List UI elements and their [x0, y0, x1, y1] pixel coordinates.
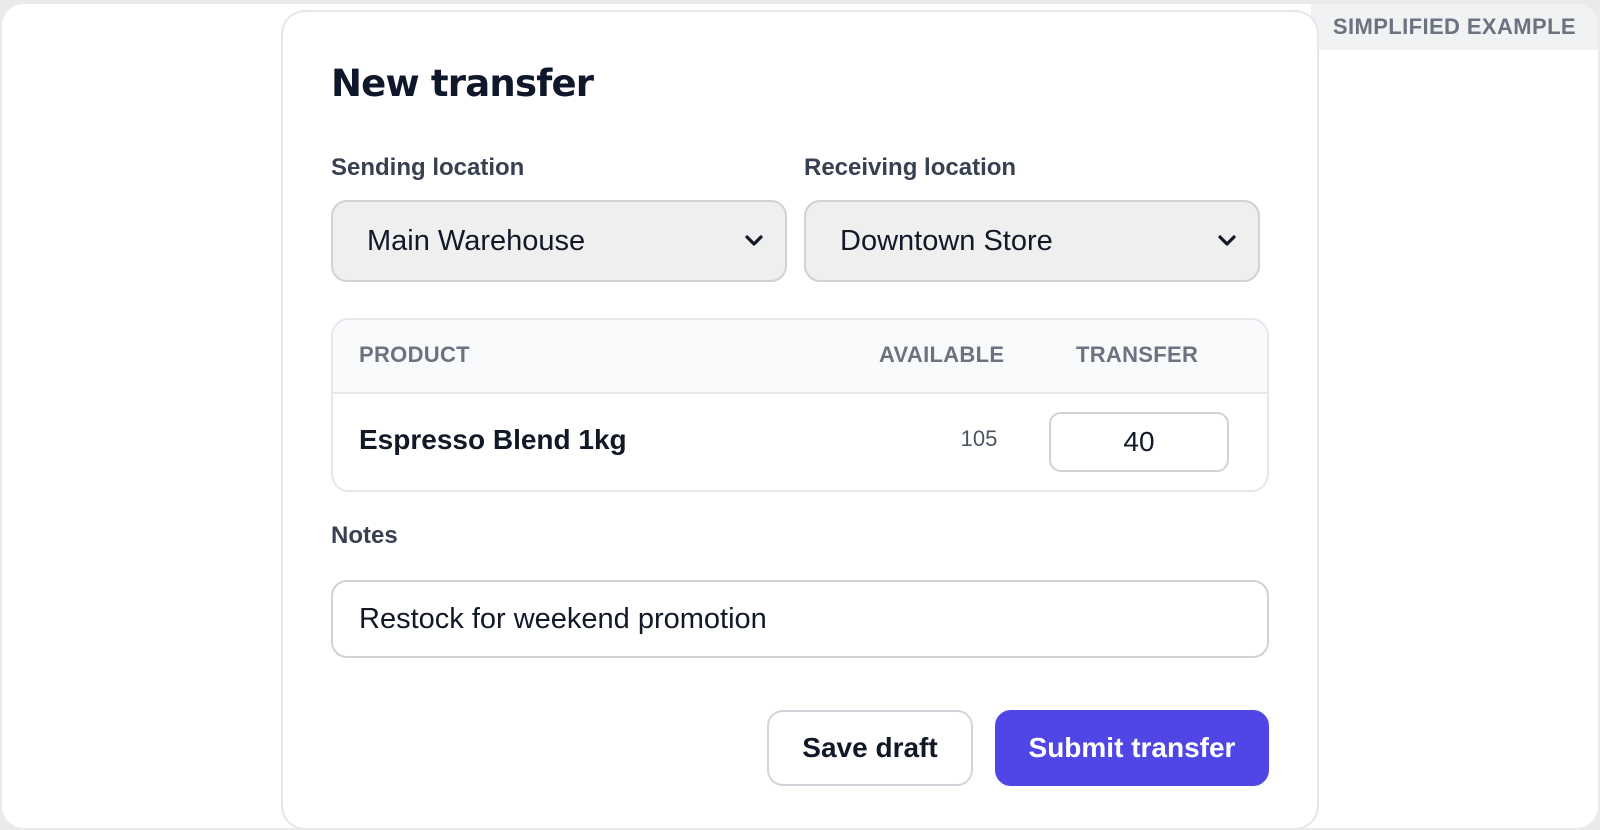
sending-location-value: Main Warehouse: [367, 224, 586, 257]
app-frame: SIMPLIFIED EXAMPLE New transfer Sending …: [2, 4, 1598, 828]
notes-input[interactable]: [331, 580, 1269, 658]
chevron-down-icon: [1218, 235, 1236, 246]
receiving-location-value: Downtown Store: [840, 224, 1053, 257]
page-title: New transfer: [331, 62, 594, 105]
product-name: Espresso Blend 1kg: [359, 424, 627, 455]
submit-transfer-button[interactable]: Submit transfer: [995, 710, 1269, 786]
table-header: PRODUCT AVAILABLE TRANSFER: [333, 320, 1267, 394]
new-transfer-card: New transfer Sending location Receiving …: [281, 10, 1319, 828]
column-header-available: AVAILABLE: [879, 342, 1005, 367]
receiving-location-select[interactable]: Downtown Store: [804, 200, 1260, 282]
available-quantity: 105: [960, 426, 998, 451]
sending-location-select[interactable]: Main Warehouse: [331, 200, 787, 282]
chevron-down-icon: [745, 235, 763, 246]
simplified-example-badge: SIMPLIFIED EXAMPLE: [1310, 4, 1598, 50]
transfer-quantity-input[interactable]: [1049, 412, 1229, 472]
column-header-product: PRODUCT: [359, 342, 470, 367]
sending-location-label: Sending location: [331, 154, 525, 181]
receiving-location-label: Receiving location: [804, 154, 1017, 181]
transfer-products-table: PRODUCT AVAILABLE TRANSFER Espresso Blen…: [331, 318, 1269, 492]
save-draft-button[interactable]: Save draft: [767, 710, 973, 786]
column-header-transfer: TRANSFER: [1076, 342, 1199, 367]
notes-label: Notes: [331, 522, 398, 549]
